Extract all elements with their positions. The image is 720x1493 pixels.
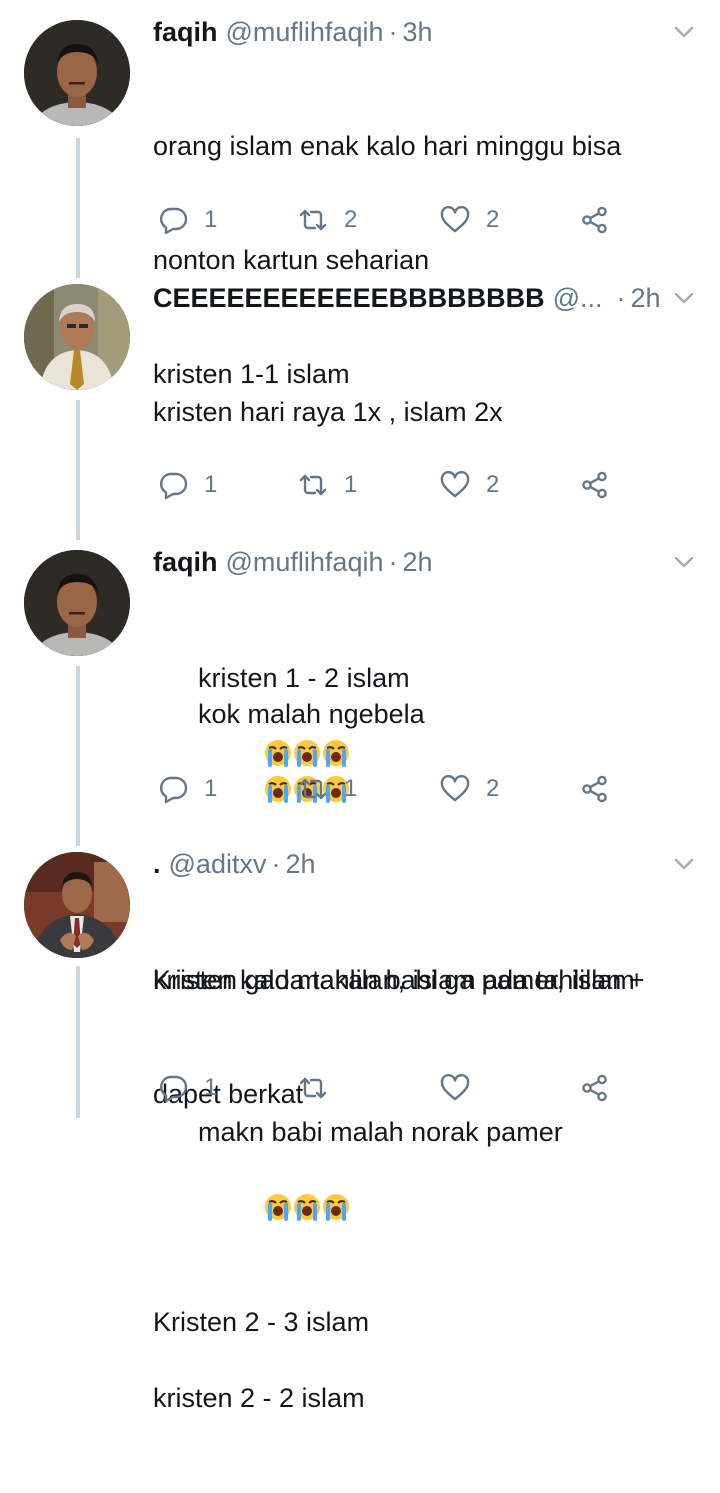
tweet[interactable]: faqih @muflihfaqih · 3h orang islam enak… — [0, 0, 720, 389]
reply-icon — [159, 1075, 188, 1103]
display-name[interactable]: faqih — [153, 547, 218, 578]
share-icon — [582, 775, 607, 803]
retweet-count: 1 — [344, 775, 358, 802]
timestamp[interactable]: 2h — [402, 547, 432, 578]
like-icon — [440, 774, 470, 802]
retweet-button[interactable]: 2 — [298, 200, 357, 240]
display-name[interactable]: faqih — [153, 17, 218, 48]
share-icon — [582, 206, 607, 234]
retweet-button[interactable]: 1 — [298, 769, 357, 809]
separator: · — [388, 546, 398, 577]
timestamp[interactable]: 2h — [631, 283, 661, 314]
reply-icon — [159, 207, 188, 235]
like-icon — [440, 1073, 470, 1101]
chevron-down-icon[interactable] — [674, 292, 694, 304]
like-button[interactable]: 2 — [440, 465, 499, 505]
retweet-icon — [299, 474, 327, 496]
like-count: 2 — [486, 775, 500, 802]
tweet-header: CEEEEEEEEEEEEBBBBBBBB @... · 2h — [153, 278, 661, 318]
share-icon — [582, 1074, 607, 1102]
retweet-button[interactable] — [298, 1068, 344, 1108]
tweet-line: orang islam enak kalo hari minggu bisa — [153, 131, 622, 161]
reply-icon — [159, 776, 188, 804]
chevron-down-icon[interactable] — [674, 26, 694, 38]
tweet-actions: 1 2 2 — [158, 200, 628, 240]
timestamp[interactable]: 2h — [285, 849, 315, 880]
user-handle[interactable]: @muflihfaqih — [226, 17, 384, 48]
share-button[interactable] — [580, 200, 610, 240]
reply-count: 1 — [204, 206, 218, 233]
tweet-header: faqih @muflihfaqih · 2h — [153, 542, 433, 582]
user-handle[interactable]: @aditxv — [169, 849, 267, 880]
retweet-button[interactable]: 1 — [298, 465, 357, 505]
tweet-actions: 1 — [158, 1068, 628, 1108]
retweet-count: 2 — [344, 206, 358, 233]
share-button[interactable] — [580, 769, 610, 809]
like-button[interactable]: 2 — [440, 200, 499, 240]
tweet-line: Kristen gada tahlilan, islam ada tahlila… — [153, 965, 645, 995]
tweet-line — [153, 1189, 698, 1227]
tweet-actions: 1 1 2 — [158, 769, 628, 809]
reply-count: 1 — [204, 775, 218, 802]
tweet-line: kristen hari raya 1x , islam 2x — [153, 397, 503, 427]
retweet-icon — [299, 778, 327, 800]
separator: · — [616, 282, 626, 313]
like-icon — [440, 470, 470, 498]
timestamp[interactable]: 3h — [402, 17, 432, 48]
like-button[interactable]: 2 — [440, 769, 499, 809]
like-count: 2 — [486, 206, 500, 233]
tweet[interactable]: . @aditxv · 2h Kristen gada tahlilan, is… — [0, 836, 720, 1337]
avatar[interactable] — [24, 284, 130, 390]
tweet-actions: 1 1 2 — [158, 465, 628, 505]
user-handle[interactable]: @... — [553, 283, 603, 314]
retweet-count: 1 — [344, 471, 358, 498]
reply-count: 1 — [204, 1074, 218, 1101]
reply-button[interactable]: 1 — [158, 1068, 217, 1108]
retweet-icon — [299, 209, 327, 231]
reply-button[interactable]: 1 — [158, 769, 217, 809]
tweet-line: Kristen 2 - 3 islam — [153, 1307, 370, 1337]
reply-button[interactable]: 1 — [158, 200, 217, 240]
avatar[interactable] — [24, 550, 130, 656]
reply-button[interactable]: 1 — [158, 465, 217, 505]
tweet[interactable]: faqih @muflihfaqih · 2h kok malah ngebel… — [0, 536, 720, 1413]
tweet-text: Kristen gada tahlilan, islam ada tahlila… — [153, 885, 698, 1417]
tweet-line-text: kok malah ngebela — [198, 699, 425, 729]
chevron-down-icon[interactable] — [674, 556, 694, 568]
retweet-icon — [299, 1077, 327, 1099]
chevron-down-icon[interactable] — [674, 858, 694, 870]
like-icon — [440, 205, 470, 233]
separator: · — [388, 16, 398, 47]
separator: · — [271, 848, 281, 879]
avatar[interactable] — [24, 852, 130, 958]
tweet-header: faqih @muflihfaqih · 3h — [153, 12, 433, 52]
reply-count: 1 — [204, 471, 218, 498]
avatar[interactable] — [24, 20, 130, 126]
like-button[interactable] — [440, 1068, 486, 1108]
share-button[interactable] — [580, 465, 610, 505]
tweet-header: . @aditxv · 2h — [153, 844, 316, 884]
display-name[interactable]: CEEEEEEEEEEEEBBBBBBBB — [153, 283, 545, 314]
share-icon — [582, 471, 607, 499]
display-name[interactable]: . — [153, 849, 161, 880]
share-button[interactable] — [580, 1068, 610, 1108]
tweet[interactable]: CEEEEEEEEEEEEBBBBBBBB @... · 2h kristen … — [0, 268, 720, 767]
user-handle[interactable]: @muflihfaqih — [226, 547, 384, 578]
reply-icon — [159, 472, 188, 500]
like-count: 2 — [486, 471, 500, 498]
